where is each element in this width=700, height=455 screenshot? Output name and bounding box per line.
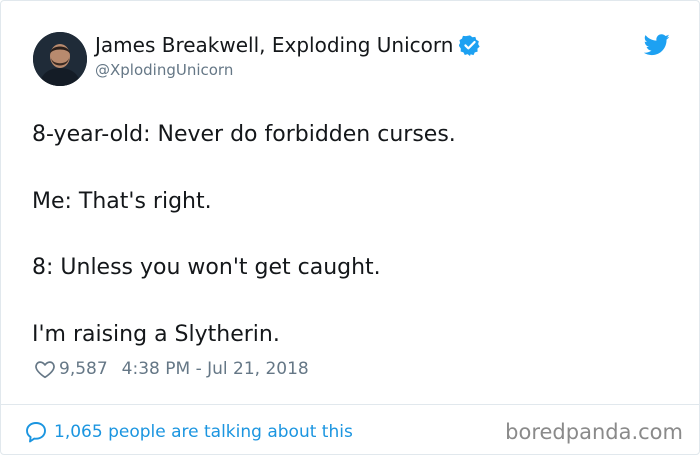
- timestamp[interactable]: 4:38 PM - Jul 21, 2018: [122, 358, 309, 380]
- tweet-card: James Breakwell, Exploding Unicorn @Xplo…: [0, 0, 700, 455]
- divider: [1, 404, 699, 405]
- like-count: 9,587: [59, 359, 108, 379]
- tweet-meta: 9,587 4:38 PM - Jul 21, 2018: [34, 358, 309, 380]
- tweet-text: 8-year-old: Never do forbidden curses. M…: [32, 120, 672, 386]
- tweet-line: 8-year-old: Never do forbidden curses.: [32, 122, 456, 147]
- avatar[interactable]: [33, 32, 87, 86]
- author-handle[interactable]: @XplodingUnicorn: [95, 61, 233, 79]
- tweet-line: Me: That's right.: [32, 188, 212, 214]
- author-name-text[interactable]: James Breakwell, Exploding Unicorn: [95, 33, 453, 57]
- author-name[interactable]: James Breakwell, Exploding Unicorn: [95, 33, 481, 57]
- avatar-image: [33, 32, 87, 86]
- twitter-bird-icon[interactable]: [644, 34, 670, 56]
- heart-icon[interactable]: [34, 358, 56, 380]
- speech-bubble-icon: [26, 422, 46, 443]
- conversation-text[interactable]: 1,065 people are talking about this: [54, 420, 353, 444]
- verified-badge-icon: [459, 35, 481, 56]
- tweet-line: 8: Unless you won't get caught.: [32, 255, 381, 280]
- conversation-link[interactable]: 1,065 people are talking about this: [24, 420, 353, 444]
- tweet-line: I'm raising a Slytherin.: [32, 321, 280, 347]
- watermark: boredpanda.com: [505, 420, 683, 444]
